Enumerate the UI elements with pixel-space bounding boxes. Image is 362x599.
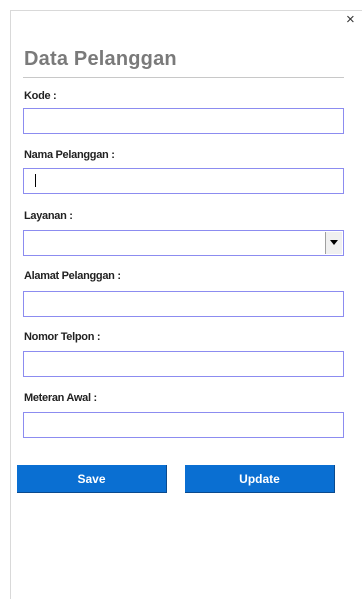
nomor-telpon-label: Nomor Telpon :	[24, 331, 101, 343]
meteran-awal-label: Meteran Awal :	[24, 392, 97, 404]
dialog-title: Data Pelanggan	[24, 48, 177, 70]
title-divider	[23, 77, 344, 78]
kode-input[interactable]	[23, 108, 344, 134]
nama-pelanggan-label: Nama Pelanggan :	[24, 149, 115, 161]
text-caret	[35, 174, 36, 187]
nomor-telpon-input[interactable]	[23, 351, 344, 377]
layanan-dropdown-button[interactable]	[325, 232, 342, 254]
kode-label: Kode :	[24, 90, 57, 102]
layanan-select[interactable]	[23, 230, 344, 256]
save-button[interactable]: Save	[17, 465, 167, 493]
close-icon[interactable]: ×	[346, 12, 355, 27]
nama-pelanggan-input[interactable]	[23, 168, 344, 194]
alamat-pelanggan-input[interactable]	[23, 291, 344, 317]
meteran-awal-input[interactable]	[23, 412, 344, 438]
layanan-label: Layanan :	[24, 210, 73, 222]
chevron-down-icon	[330, 240, 338, 245]
alamat-pelanggan-label: Alamat Pelanggan :	[24, 270, 121, 282]
update-button[interactable]: Update	[185, 465, 335, 493]
